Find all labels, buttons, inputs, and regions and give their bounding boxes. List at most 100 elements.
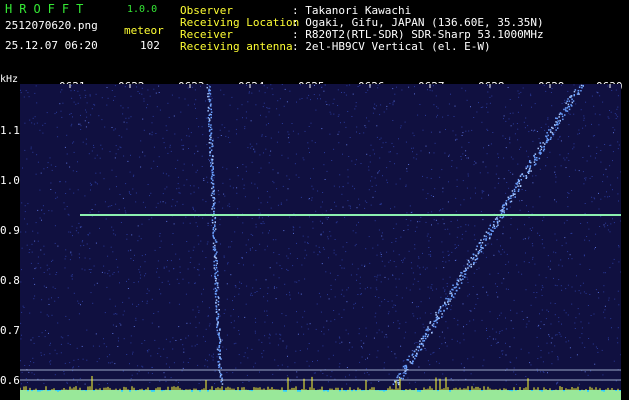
noise-pixel (508, 170, 510, 172)
noise-pixel (548, 334, 550, 336)
noise-pixel (267, 293, 269, 295)
noise-pixel (184, 98, 186, 100)
noise-pixel (337, 115, 339, 117)
noise-pixel (509, 136, 511, 138)
noise-pixel (117, 266, 119, 268)
noise-pixel (78, 366, 80, 368)
noise-pixel (451, 251, 453, 253)
noise-pixel (31, 251, 33, 253)
noise-pixel (545, 123, 547, 125)
noise-pixel (329, 231, 331, 233)
noise-pixel (400, 127, 402, 129)
meteor-point (218, 346, 220, 349)
noise-pixel (332, 103, 334, 105)
meteor-point (427, 329, 429, 332)
noise-pixel (467, 173, 469, 175)
noise-pixel (381, 146, 383, 148)
noise-pixel (510, 156, 512, 158)
noise-pixel (454, 297, 456, 299)
meteor-point (522, 175, 525, 177)
noise-pixel (588, 145, 590, 147)
meteor-point (470, 266, 472, 268)
noise-pixel (386, 251, 388, 253)
noise-pixel (467, 295, 469, 297)
noise-pixel (76, 171, 78, 172)
noise-pixel (204, 340, 206, 342)
noise-pixel (483, 147, 484, 149)
noise-pixel (156, 267, 158, 269)
noise-pixel (435, 288, 437, 290)
noise-pixel (495, 283, 496, 285)
noise-pixel (251, 294, 253, 296)
noise-pixel (21, 311, 23, 313)
noise-pixel (99, 157, 101, 159)
meteor-point (461, 272, 463, 274)
noise-pixel (380, 104, 382, 106)
time-ticks (69, 84, 611, 88)
noise-pixel (556, 239, 558, 241)
noise-pixel (99, 227, 100, 229)
noise-pixel (364, 207, 366, 209)
noise-pixel (260, 202, 262, 204)
noise-pixel (543, 216, 545, 218)
noise-pixel (503, 178, 505, 180)
meteor-point (507, 196, 509, 199)
noise-pixel (573, 84, 575, 86)
noise-pixel (335, 205, 337, 207)
meteor-point (510, 197, 512, 199)
noise-pixel (539, 235, 541, 236)
meteor-point (210, 103, 212, 105)
meteor-point (213, 260, 215, 263)
meteor-point (515, 182, 517, 185)
meteor-point (567, 103, 570, 106)
noise-pixel (157, 311, 159, 313)
noise-pixel (462, 180, 464, 182)
noise-pixel (312, 361, 313, 362)
noise-pixel (116, 186, 117, 188)
noise-pixel (140, 274, 142, 276)
noise-pixel (563, 222, 565, 224)
noise-pixel (254, 151, 256, 153)
noise-pixel (308, 198, 310, 200)
meteor-point (458, 287, 461, 289)
noise-pixel (363, 132, 365, 134)
noise-pixel (322, 231, 324, 233)
noise-pixel (481, 197, 483, 199)
noise-pixel (67, 342, 69, 344)
noise-pixel (400, 345, 402, 347)
noise-pixel (302, 157, 304, 159)
noise-pixel (537, 325, 539, 327)
noise-pixel (452, 130, 454, 132)
noise-pixel (193, 208, 194, 210)
meteor-point (563, 108, 565, 111)
noise-pixel (259, 288, 261, 289)
meteor-point (214, 268, 217, 271)
noise-pixel (77, 102, 79, 104)
noise-pixel (414, 93, 415, 95)
noise-pixel (468, 142, 470, 143)
noise-pixel (503, 202, 505, 204)
noise-pixel (571, 303, 573, 305)
meteor-point (429, 321, 432, 323)
noise-pixel (109, 362, 111, 364)
meteor-point (485, 238, 487, 240)
noise-pixel (530, 93, 532, 95)
noise-pixel (447, 295, 448, 297)
meteor-point (209, 86, 211, 88)
noise-pixel (140, 140, 142, 142)
noise-pixel (582, 127, 584, 129)
noise-pixel (287, 131, 289, 133)
noise-pixel (329, 272, 331, 274)
noise-pixel (223, 193, 225, 195)
noise-pixel (67, 287, 69, 289)
noise-pixel (164, 147, 166, 149)
noise-pixel (226, 298, 228, 300)
noise-pixel (583, 183, 585, 185)
noise-pixel (296, 281, 298, 283)
noise-pixel (160, 201, 161, 203)
noise-pixel (514, 133, 516, 135)
noise-pixel (381, 232, 383, 234)
noise-pixel (287, 366, 289, 368)
noise-pixel (218, 289, 220, 290)
meteor-point (434, 326, 437, 328)
